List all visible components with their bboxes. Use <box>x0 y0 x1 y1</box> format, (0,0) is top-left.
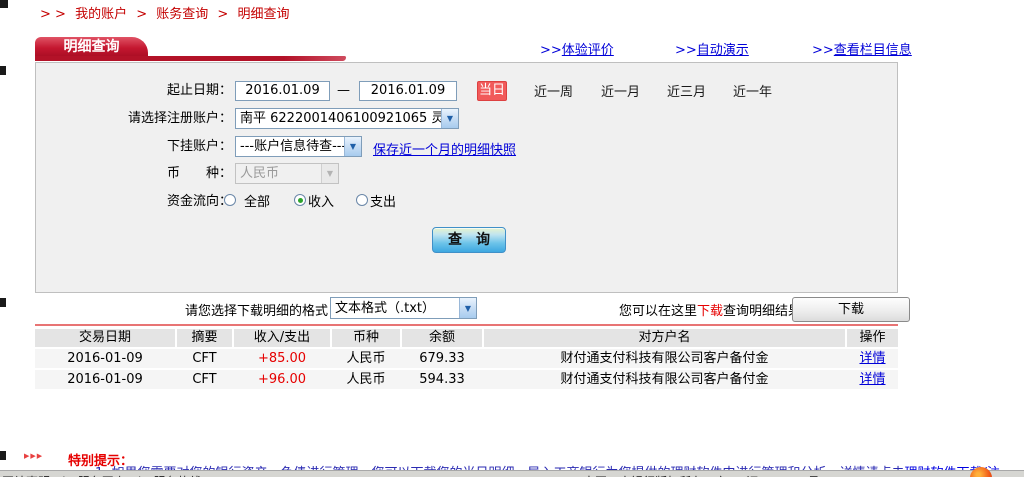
link-experience-eval[interactable]: >>体验评价 <box>540 39 614 58</box>
date-dash: — <box>337 81 350 101</box>
download-hint-highlight: 下载 <box>697 304 723 319</box>
detail-query-page: > > 我的账户 > 账务查询 > 明细查询 明细查询 >>体验评价 >>自动演… <box>0 0 1024 477</box>
table-row: 2016-01-09 CFT +96.00 人民币 594.33 财付通支付科技… <box>35 370 898 389</box>
subaccount-select[interactable]: ---账户信息待查--- ▼ <box>235 136 362 157</box>
range-month-link[interactable]: 近一月 <box>601 84 640 102</box>
dropdown-arrow-icon: ▼ <box>459 298 476 318</box>
flow-radio-2[interactable]: 支出 <box>356 192 396 208</box>
breadcrumb-prefix-icon: > > <box>40 7 66 22</box>
col-header-action: 操作 <box>847 329 898 347</box>
breadcrumb: > > 我的账户 > 账务查询 > 明细查询 <box>40 7 294 23</box>
snapshot-link[interactable]: 保存近一个月的明细快照 <box>373 139 516 158</box>
link-column-info[interactable]: >>查看栏目信息 <box>812 39 912 58</box>
screen-artifact <box>0 0 8 8</box>
col-header-balance: 余额 <box>402 329 482 347</box>
radio-icon <box>294 194 306 206</box>
red-divider <box>35 324 898 326</box>
col-header-date: 交易日期 <box>35 329 175 347</box>
screen-artifact <box>0 298 6 307</box>
flow-label: 资金流向： <box>35 192 232 212</box>
col-header-amount: 收入/支出 <box>234 329 330 347</box>
date-from-input[interactable]: 2016.01.09 <box>235 81 330 101</box>
detail-link[interactable]: 详情 <box>859 351 885 366</box>
range-week-link[interactable]: 近一周 <box>534 84 573 102</box>
page-footer: 网站声明 | 服务网点 | 服务热线 95588 中国工商银行版权所有 京ICP… <box>0 470 1024 477</box>
screen-artifact <box>0 66 6 75</box>
currency-select: 人民币 ▼ <box>235 163 339 184</box>
download-format-label: 请您选择下载明细的格式 <box>185 300 328 319</box>
dropdown-arrow-icon: ▼ <box>344 137 361 156</box>
flow-radio-1[interactable]: 收入 <box>294 192 334 208</box>
tab-underline <box>35 56 346 61</box>
radio-icon <box>356 194 368 206</box>
notice-arrows-icon: ▶▶▶ <box>24 452 43 460</box>
breadcrumb-item-my-account[interactable]: 我的账户 <box>75 7 127 22</box>
link-prefix: >> <box>675 43 697 58</box>
dropdown-arrow-icon: ▼ <box>441 109 458 128</box>
range-year-link[interactable]: 近一年 <box>733 84 772 102</box>
col-header-currency: 币种 <box>332 329 400 347</box>
col-header-summary: 摘要 <box>177 329 232 347</box>
breadcrumb-separator: > <box>136 7 147 22</box>
amount-value: +96.00 <box>234 370 330 389</box>
currency-label: 币 种： <box>35 164 232 184</box>
link-prefix: >> <box>540 43 562 58</box>
range-quarter-link[interactable]: 近三月 <box>667 84 706 102</box>
account-select[interactable]: 南平 6222001406100921065 灵通卡 ▼ <box>235 108 459 129</box>
detail-link[interactable]: 详情 <box>859 372 885 387</box>
dropdown-arrow-icon: ▼ <box>321 164 338 183</box>
screen-artifact <box>0 451 6 460</box>
link-prefix: >> <box>812 43 834 58</box>
flow-radio-0[interactable]: 全部 <box>224 192 270 208</box>
download-hint: 您可以在这里下载查询明细结果 <box>619 300 801 319</box>
breadcrumb-item-detail-query[interactable]: 明细查询 <box>237 7 289 22</box>
table-row: 2016-01-09 CFT +85.00 人民币 679.33 财付通支付科技… <box>35 349 898 368</box>
download-format-select[interactable]: 文本格式（.txt） ▼ <box>330 297 477 319</box>
account-label: 请选择注册账户： <box>35 109 232 129</box>
subaccount-label: 下挂账户： <box>35 137 232 157</box>
col-header-counterparty: 对方户名 <box>484 329 845 347</box>
radio-icon <box>224 194 236 206</box>
today-button[interactable]: 当日 <box>477 81 507 101</box>
breadcrumb-separator: > <box>217 7 228 22</box>
tab-detail-query[interactable]: 明细查询 <box>35 37 148 57</box>
amount-value: +85.00 <box>234 349 330 368</box>
download-button[interactable]: 下载 <box>792 297 910 322</box>
link-auto-demo[interactable]: >>自动演示 <box>675 39 749 58</box>
table-header: 交易日期 摘要 收入/支出 币种 余额 对方户名 操作 <box>35 329 898 347</box>
breadcrumb-item-account-query[interactable]: 账务查询 <box>156 7 208 22</box>
footer-links: 网站声明 | 服务网点 | 服务热线 95588 <box>2 473 243 477</box>
date-range-label: 起止日期： <box>35 81 232 101</box>
footer-copyright: 中国工商银行版权所有 京ICP证 030247号 <box>583 473 820 477</box>
date-to-input[interactable]: 2016.01.09 <box>359 81 457 101</box>
query-button[interactable]: 查 询 <box>432 227 506 253</box>
